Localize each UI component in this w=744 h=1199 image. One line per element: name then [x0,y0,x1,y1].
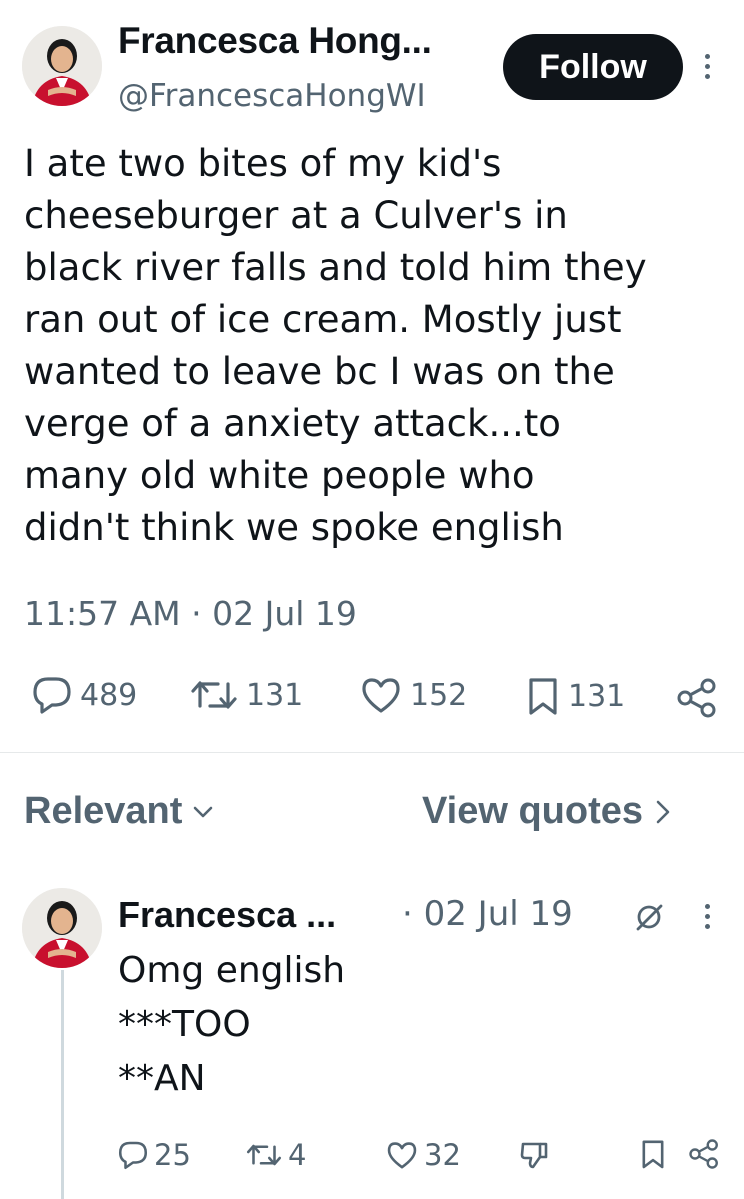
dislike-button[interactable] [518,1140,550,1174]
author-avatar[interactable] [22,26,102,106]
view-quotes-label: View quotes [422,790,644,832]
reply-bookmark-button[interactable] [640,1138,666,1174]
reply-text: Omg english ***TOO **AN [118,944,345,1106]
reply-reply-count: 25 [154,1138,191,1172]
repost-count: 131 [246,677,304,713]
reply-date[interactable]: · 02 Jul 19 [402,894,573,934]
share-icon [677,678,716,718]
tweet-text-line: black river falls and told him they [24,246,647,289]
author-name[interactable]: Francesca Hong... [118,20,432,62]
follow-button[interactable]: Follow [503,34,683,100]
tweet-date: 02 Jul 19 [212,594,357,633]
tweet-time: 11:57 AM [24,594,181,633]
reply-author-avatar[interactable] [22,888,102,968]
reply-share-button[interactable] [688,1139,720,1173]
dislike-icon [520,1142,548,1169]
like-icon [362,678,400,713]
repost-icon [191,681,237,709]
reply-count: 489 [80,677,138,713]
reply-like-count: 32 [424,1138,461,1172]
tweet-timestamp[interactable]: 11:57 AM · 02 Jul 19 [24,594,357,633]
bookmark-count: 131 [568,678,626,714]
timestamp-separator: · [191,594,202,633]
tweet-text-line: many old white people who [24,454,535,497]
chevron-right-icon [656,800,670,823]
chevron-down-icon [194,806,213,817]
bookmark-icon [529,678,557,715]
bookmark-icon [642,1140,664,1169]
reply-repost-count: 4 [288,1138,307,1172]
reply-author-name[interactable]: Francesca ... [118,894,336,936]
repost-button[interactable]: 131 [190,676,303,714]
tweet-text-line: wanted to leave bc I was on the [24,350,615,393]
like-button[interactable]: 152 [360,676,467,714]
tweet-text-line: ran out of ice cream. Mostly just [24,298,622,341]
author-handle[interactable]: @FrancescaHongWI [118,78,426,114]
share-button[interactable] [676,678,718,722]
tweet-text-line: cheeseburger at a Culver's in [24,194,568,237]
share-icon [689,1139,718,1169]
reply-like-button[interactable]: 32 [386,1138,461,1172]
reply-text-line: ***TOO [118,1004,251,1045]
reply-more-icon[interactable] [704,904,710,929]
divider [0,752,744,753]
reply-icon [33,677,71,714]
repost-icon [246,1144,282,1166]
sort-dropdown[interactable]: Relevant [24,790,214,833]
like-icon [387,1142,417,1169]
tweet-text-line: didn't think we spoke english [24,506,564,549]
thread-line [61,970,64,1199]
like-count: 152 [410,677,468,713]
more-icon[interactable] [704,54,710,79]
tweet-text-line: verge of a anxiety attack...to [24,402,561,445]
tweet-text-line: I ate two bites of my kid's [24,142,502,185]
reply-icon [118,1141,148,1170]
sort-label: Relevant [24,790,183,832]
reply-text-line: **AN [118,1058,206,1099]
tweet-text: I ate two bites of my kid's cheeseburger… [24,138,724,554]
grok-icon[interactable] [634,902,664,936]
reply-button[interactable]: 489 [32,676,137,714]
bookmark-button[interactable]: 131 [526,676,625,716]
reply-text-line: Omg english [118,950,346,991]
reply-repost-button[interactable]: 4 [246,1138,306,1172]
view-quotes-link[interactable]: View quotes [422,790,671,833]
reply-reply-button[interactable]: 25 [118,1138,191,1172]
